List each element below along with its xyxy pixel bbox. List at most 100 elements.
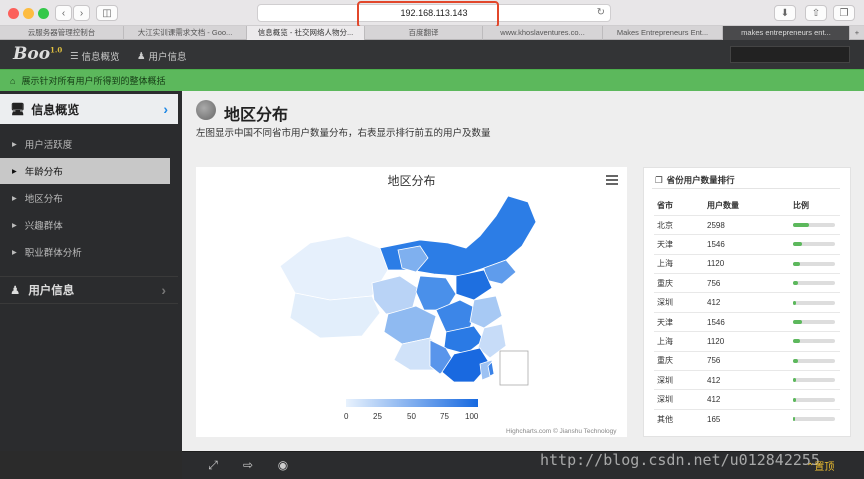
notice-bar: ⌂ 展示针对所有用户所得到的整体概括 xyxy=(0,69,864,91)
cell-ratio xyxy=(790,350,840,371)
sidebar-item-label: 地区分布 xyxy=(24,194,63,205)
caret-icon: ▸ xyxy=(12,138,17,150)
region-xinjiang xyxy=(279,235,389,301)
forward-button[interactable]: › xyxy=(73,5,90,21)
map-credits[interactable]: Highcharts.com © Jianshu Technology xyxy=(506,428,617,435)
cell-count: 1546 xyxy=(704,311,790,332)
tab-makes-entrepreneurs-1[interactable]: Makes Entrepreneurs Ent... xyxy=(603,26,723,40)
sidebar-section-overview[interactable]: 🖥 信息概览 › xyxy=(0,94,178,124)
logout-icon[interactable]: ⇨ xyxy=(238,456,258,474)
minimize-window-button[interactable] xyxy=(23,8,34,19)
user-group-icon: ♟ xyxy=(10,285,21,297)
logo[interactable]: Boo1.0 xyxy=(13,44,62,64)
nav-overview-label: 信息概览 xyxy=(81,52,120,63)
cell-city: 重庆 xyxy=(654,273,704,293)
china-choropleth-map[interactable] xyxy=(270,188,540,393)
cell-ratio xyxy=(790,253,840,274)
cell-city: 天津 xyxy=(654,311,704,332)
tabs-overview-icon[interactable]: ❐ xyxy=(833,5,855,21)
cell-city: 上海 xyxy=(654,253,704,274)
cell-count: 412 xyxy=(704,370,790,390)
ratio-progress-bar xyxy=(793,397,835,402)
table-row: 天津 1546 xyxy=(654,234,840,255)
sidebar-item-region[interactable]: ▸ 地区分布 xyxy=(0,185,170,211)
tab-baidu-translate[interactable]: 百度翻译 xyxy=(365,26,483,40)
ratio-progress-fill xyxy=(793,397,796,402)
ranking-divider xyxy=(652,188,840,189)
sidebar-item-label: 用户活跃度 xyxy=(24,140,73,151)
cell-city: 上海 xyxy=(654,331,704,352)
back-to-top-button[interactable]: ⌃置顶 xyxy=(806,458,834,473)
palette-icon[interactable]: ◉ xyxy=(273,456,293,474)
ratio-progress-fill xyxy=(793,417,796,422)
tab-bar: 云服务器管理控制台 大江实训课需求文档 - Goo... 信息概览 - 社交网络… xyxy=(0,26,864,40)
watermark: http://blog.csdn.net/u012842255 xyxy=(540,451,820,469)
cell-city: 深圳 xyxy=(654,292,704,313)
table-row: 北京 2598 xyxy=(654,214,840,235)
tab-info-overview[interactable]: 信息概览 - 社交网络人物分... xyxy=(247,26,365,40)
sidebar-item-occupation[interactable]: ▸ 职业群体分析 xyxy=(0,239,170,265)
tab-makes-entrepreneurs-2[interactable]: makes entrepreneurs ent... xyxy=(723,26,850,40)
cell-count: 756 xyxy=(704,273,790,293)
caret-icon: ▸ xyxy=(12,246,17,258)
ratio-progress-fill xyxy=(793,378,796,383)
cell-ratio xyxy=(790,234,840,255)
monitor-icon: 🖥 xyxy=(10,102,26,116)
header-search-input[interactable] xyxy=(730,46,850,63)
cell-count: 2598 xyxy=(704,214,790,235)
legend-tick: 25 xyxy=(373,412,382,421)
legend-tick: 50 xyxy=(407,412,416,421)
cell-count: 412 xyxy=(704,292,790,313)
cell-ratio xyxy=(790,311,840,332)
cell-count: 756 xyxy=(704,350,790,371)
sidebar-item-interest[interactable]: ▸ 兴趣群体 xyxy=(0,212,170,238)
map-title: 地区分布 xyxy=(387,174,436,188)
chevron-right-icon: › xyxy=(163,101,168,117)
download-icon[interactable]: ⬇ xyxy=(774,5,796,21)
cell-city: 其他 xyxy=(654,408,704,429)
nav-overview[interactable]: ☰ 信息概览 xyxy=(70,49,120,64)
chart-menu-icon[interactable] xyxy=(606,175,618,185)
table-row: 深圳 412 xyxy=(654,292,840,313)
logo-version: 1.0 xyxy=(50,45,63,55)
ratio-progress-fill xyxy=(793,281,798,286)
window-icon: ❐ xyxy=(655,174,663,185)
back-button[interactable]: ‹ xyxy=(55,5,72,21)
page-description: 左图显示中国不同省市用户数量分布，右表显示排行前五的用户及数量 xyxy=(196,128,491,139)
sidebar-section-user[interactable]: ♟ 用户信息 › xyxy=(0,276,178,304)
tab-cloud-console[interactable]: 云服务器管理控制台 xyxy=(0,26,124,40)
legend-tick: 100 xyxy=(465,412,479,421)
table-row: 深圳 412 xyxy=(654,389,840,410)
ratio-progress-bar xyxy=(793,320,835,325)
logo-text: Boo xyxy=(13,44,51,64)
home-icon: ⌂ xyxy=(10,75,16,86)
nav-user-info[interactable]: ♟ 用户信息 xyxy=(137,49,187,64)
cell-ratio xyxy=(790,273,840,293)
page-title: 地区分布 xyxy=(224,107,289,124)
table-row: 天津 1546 xyxy=(654,311,840,332)
maximize-window-button[interactable] xyxy=(38,8,49,19)
share-icon[interactable]: ⇧ xyxy=(805,5,827,21)
cell-ratio xyxy=(790,370,840,390)
close-window-button[interactable] xyxy=(8,8,19,19)
legend-tick: 75 xyxy=(440,412,449,421)
sidebar-toggle-icon[interactable]: ◫ xyxy=(96,5,118,21)
cell-city: 深圳 xyxy=(654,389,704,410)
reload-icon[interactable]: ↻ xyxy=(597,7,605,18)
ratio-progress-fill xyxy=(793,261,800,266)
ratio-progress-bar xyxy=(793,223,835,228)
tab-requirements-doc[interactable]: 大江实训课需求文档 - Goo... xyxy=(124,26,247,40)
new-tab-button[interactable]: + xyxy=(850,26,864,40)
tab-khosla[interactable]: www.khoslaventures.co... xyxy=(483,26,603,40)
cell-count: 165 xyxy=(704,408,790,429)
sidebar-item-age[interactable]: ▸ 年龄分布 xyxy=(0,158,170,184)
nav-user-label: 用户信息 xyxy=(148,52,187,63)
table-row: 重庆 756 xyxy=(654,273,840,293)
fullscreen-icon[interactable]: ⤢ xyxy=(203,456,223,474)
sidebar-item-label: 职业群体分析 xyxy=(24,248,82,259)
table-row: 其他 165 xyxy=(654,408,840,429)
ratio-progress-fill xyxy=(793,358,798,363)
cell-city: 天津 xyxy=(654,234,704,255)
sidebar-item-user-activity[interactable]: ▸ 用户活跃度 xyxy=(0,131,170,157)
ratio-progress-fill xyxy=(793,242,803,247)
